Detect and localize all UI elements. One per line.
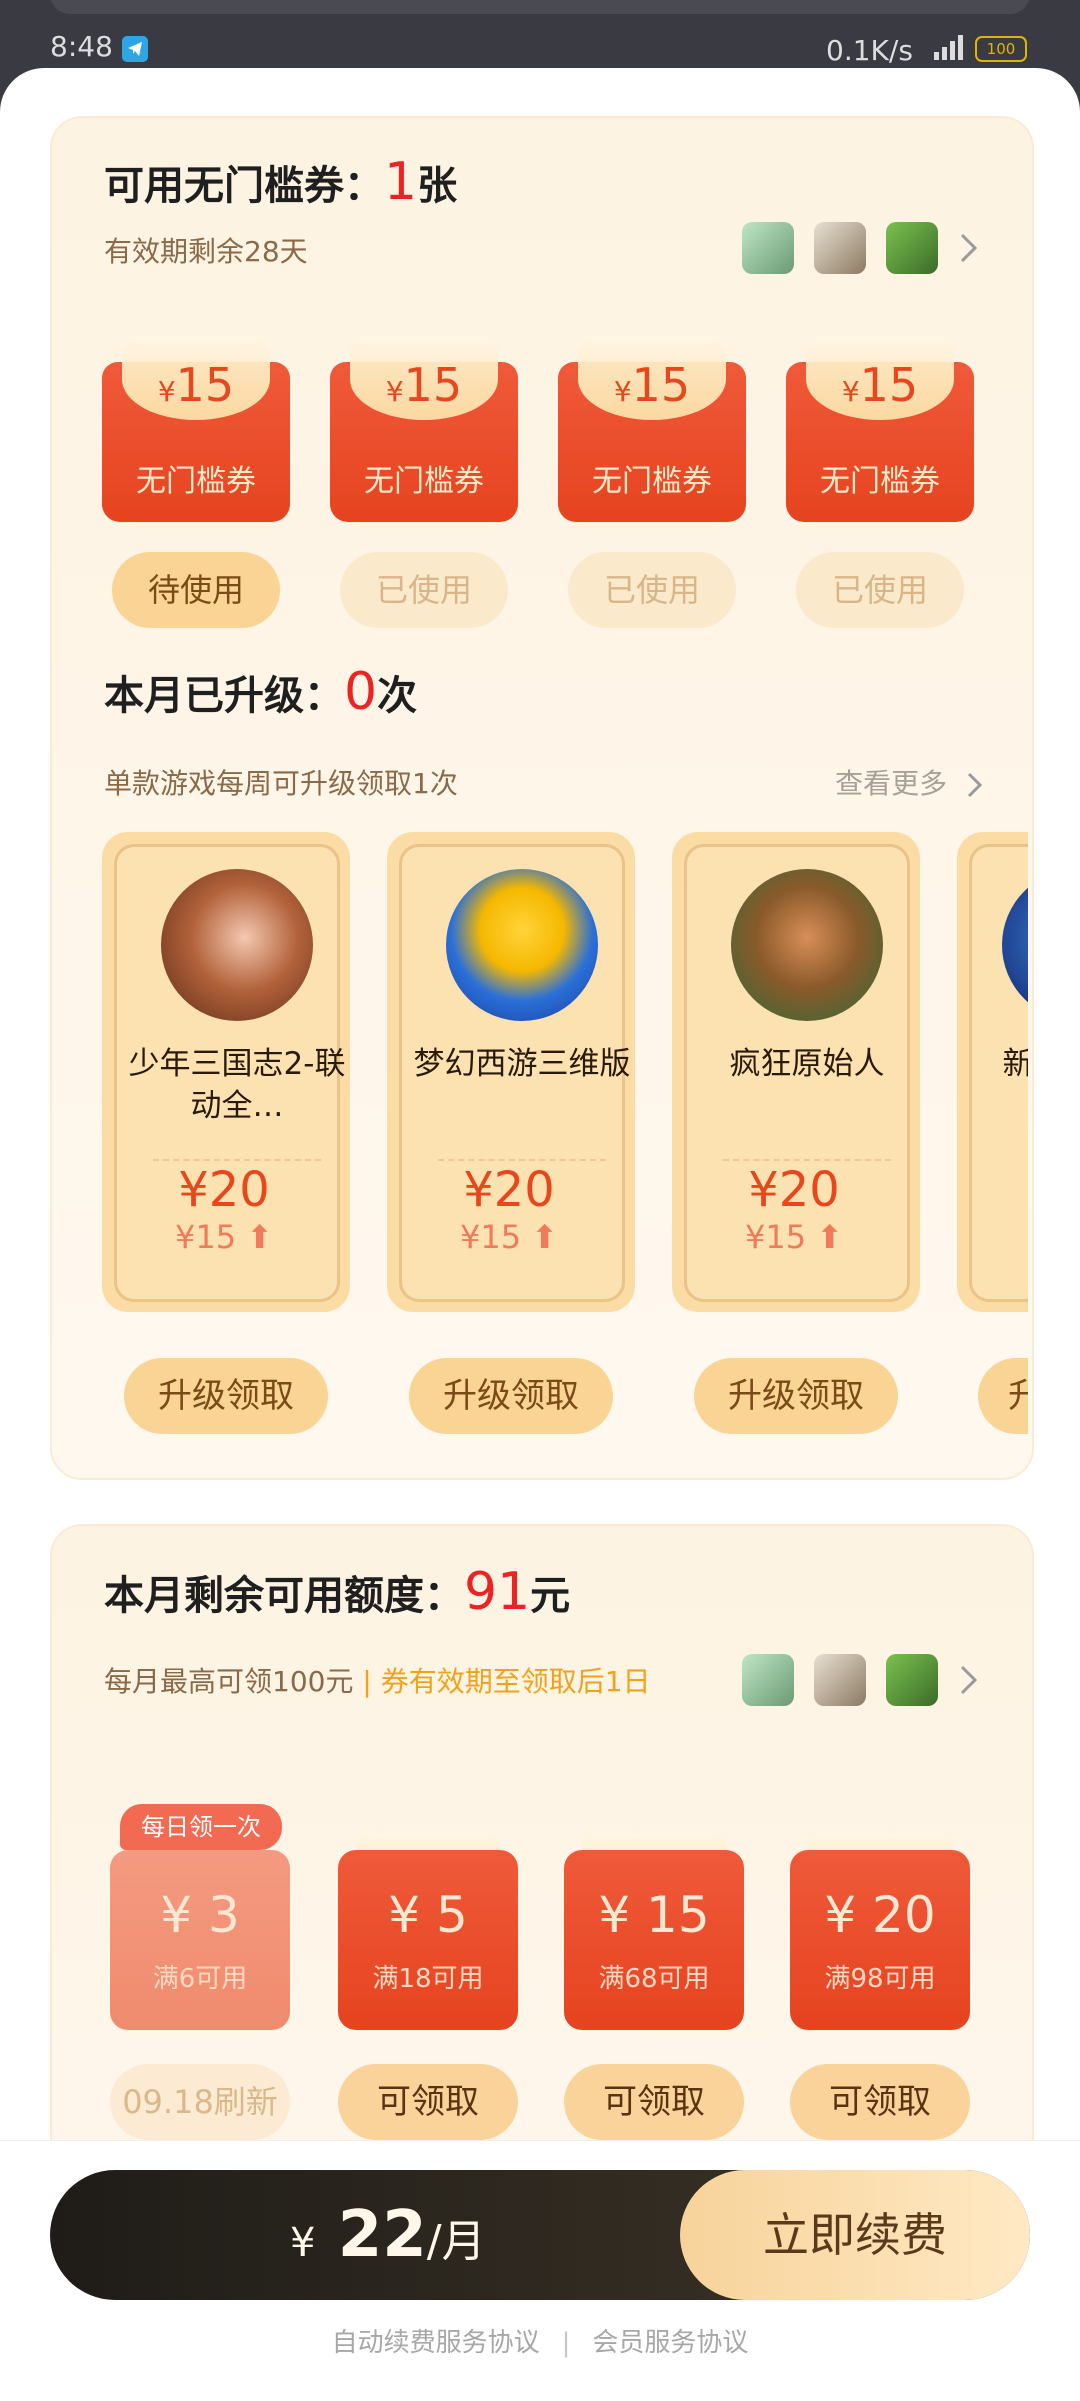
game-price: ¥20 [748,1162,840,1218]
coupon-status-used: 已使用 [568,552,736,628]
game-icon-3 [886,222,938,274]
monthly-coupon: ¥ 5 满18可用 [338,1834,518,2030]
daily-badge: 每日领一次 [120,1804,282,1850]
arrow-up-icon: ⬆ [816,1218,844,1256]
battery-icon: 100 [975,36,1027,62]
upgrade-claim-button-partial[interactable]: 升 [978,1358,1028,1434]
upgrade-claim-button[interactable]: 升级领取 [694,1358,898,1434]
renew-now-button[interactable]: 立即续费 [680,2170,1030,2300]
game-old-price: ¥15 ⬆ [174,1218,274,1256]
game-icon-2 [814,1654,866,1706]
quota-title: 本月剩余可用额度：91元 [104,1562,571,1622]
coupon-envelope: ¥15 无门槛券 [786,336,974,522]
coupon-envelope: ¥15 无门槛券 [102,336,290,522]
view-more-link[interactable]: 查看更多 [835,762,984,802]
game-price: ¥20 [178,1162,270,1218]
membership-sheet: 可用无门槛券：1张 有效期剩余28天 ¥15 无门槛券 ¥15 无门槛券 ¥15… [0,68,1080,2400]
monthly-coupon: ¥ 20 满98可用 [790,1834,970,2030]
game-price: ¥20 [463,1162,555,1218]
game-old-price: ¥15 ⬆ [459,1218,559,1256]
game-avatar [1002,869,1028,1021]
game-name: 梦幻西游三维版 [413,1046,631,1082]
claim-coupon-button[interactable]: 可领取 [564,2064,744,2140]
coupon-envelope: ¥15 无门槛券 [558,336,746,522]
quota-note: 每月最高可领100元 | 券有效期至领取后1日 [104,1665,651,1698]
game-old-price: ¥15 ⬆ [744,1218,844,1256]
upgrade-title: 本月已升级：0次 [104,662,418,722]
game-name: 疯狂原始人 [729,1046,885,1082]
game-card[interactable]: 梦幻西游三维版 ¥20 ¥15 ⬆ [387,832,635,1312]
validity-text: 有效期剩余28天 [104,235,308,268]
claim-coupon-button[interactable]: 可领取 [790,2064,970,2140]
game-card[interactable]: 少年三国志2-联动全… ¥20 ¥15 ⬆ [102,832,350,1312]
chevron-right-icon [967,772,983,798]
chevron-right-icon [960,1665,978,1695]
coupon-refresh-date: 09.18刷新 [110,2064,290,2140]
coupon-status-used: 已使用 [796,552,964,628]
upgrade-claim-button[interactable]: 升级领取 [409,1358,613,1434]
upgrade-note: 单款游戏每周可升级领取1次 [104,767,458,800]
upgrade-claim-button[interactable]: 升级领取 [124,1358,328,1434]
member-agreement-link[interactable]: 会员服务协议 [592,2328,748,2358]
chevron-right-icon [960,233,978,263]
telegram-icon [122,36,148,62]
agreement-links: 自动续费服务协议 | 会员服务协议 [331,2328,749,2358]
game-avatar [161,869,313,1021]
notification-strip [50,0,1030,14]
signal-icon [934,35,963,60]
game-card-partial[interactable]: 新 [957,832,1028,1312]
claim-coupon-button[interactable]: 可领取 [338,2064,518,2140]
arrow-up-icon: ⬆ [246,1218,274,1256]
coupon-envelope: ¥15 无门槛券 [330,336,518,522]
monthly-coupon: ¥ 15 满68可用 [564,1834,744,2030]
game-name: 少年三国志2-联动全… [128,1046,346,1124]
available-coupon-title: 可用无门槛券：1张 [104,152,458,212]
auto-renew-agreement-link[interactable]: 自动续费服务协议 [332,2328,540,2358]
price: ¥ 22/月 [290,2198,486,2272]
game-icon-2 [814,222,866,274]
status-time: 8:48 [50,30,113,63]
game-icons-row[interactable] [742,222,980,274]
status-bar: 8:48 0.1K/s 100 [0,0,1080,70]
game-icons-row[interactable] [742,1654,980,1706]
game-name: 新 [1002,1046,1029,1082]
game-card[interactable]: 疯狂原始人 ¥20 ¥15 ⬆ [672,832,920,1312]
game-icon-3 [886,1654,938,1706]
game-avatar [731,869,883,1021]
net-speed: 0.1K/s [826,34,913,67]
game-icon-1 [742,222,794,274]
game-avatar [446,869,598,1021]
monthly-coupon: ¥ 3 满6可用 [110,1834,290,2030]
coupon-status-used: 已使用 [340,552,508,628]
arrow-up-icon: ⬆ [531,1218,559,1256]
game-icon-1 [742,1654,794,1706]
pay-bar: ¥ 22/月 立即续费 [50,2170,1030,2300]
coupon-status-pending[interactable]: 待使用 [112,552,280,628]
